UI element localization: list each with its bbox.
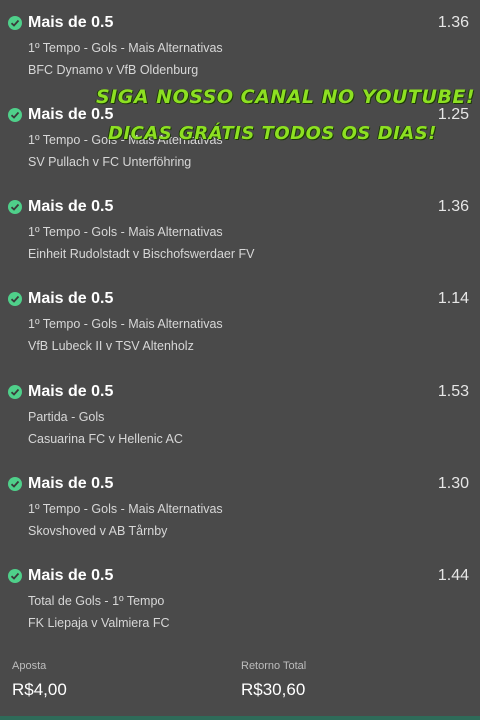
market-name: 1º Tempo - Gols - Mais Alternativas <box>28 41 223 55</box>
check-circle-icon <box>8 477 22 491</box>
match-name: Skovshoved v AB Tårnby <box>28 524 168 538</box>
promo-overlay-line2: DICAS GRÁTIS TODOS OS DIAS! <box>108 123 437 144</box>
market-name: 1º Tempo - Gols - Mais Alternativas <box>28 502 223 516</box>
match-name: VfB Lubeck II v TSV Altenholz <box>28 339 194 353</box>
match-name: Casuarina FC v Hellenic AC <box>28 432 183 446</box>
match-name: Einheit Rudolstadt v Bischofswerdaer FV <box>28 247 255 261</box>
check-circle-icon <box>8 569 22 583</box>
bet-selection[interactable]: Mais de 0.5 1.53 Partida - Gols Casuarin… <box>0 377 480 469</box>
selection-title: Mais de 0.5 <box>28 475 114 492</box>
promo-overlay-line1: SIGA NOSSO CANAL NO YOUTUBE! <box>96 86 475 108</box>
selection-odds: 1.53 <box>437 383 469 400</box>
selection-title: Mais de 0.5 <box>28 106 114 123</box>
check-circle-icon <box>8 385 22 399</box>
market-name: 1º Tempo - Gols - Mais Alternativas <box>28 317 223 331</box>
selection-odds: 1.44 <box>437 567 469 584</box>
bet-selection[interactable]: Mais de 0.5 1.30 1º Tempo - Gols - Mais … <box>0 469 480 561</box>
selection-title: Mais de 0.5 <box>28 290 114 307</box>
bet-selection[interactable]: Mais de 0.5 1.14 1º Tempo - Gols - Mais … <box>0 284 480 376</box>
market-name: 1º Tempo - Gols - Mais Alternativas <box>28 225 223 239</box>
stake-label: Aposta <box>12 660 47 672</box>
selection-odds: 1.14 <box>437 290 469 307</box>
market-name: Total de Gols - 1º Tempo <box>28 594 165 608</box>
check-circle-icon <box>8 108 22 122</box>
bet-selection[interactable]: Mais de 0.5 1.44 Total de Gols - 1º Temp… <box>0 561 480 653</box>
match-name: BFC Dynamo v VfB Oldenburg <box>28 63 199 77</box>
check-circle-icon <box>8 292 22 306</box>
bet-selection[interactable]: Mais de 0.5 1.36 1º Tempo - Gols - Mais … <box>0 192 480 284</box>
selection-odds: 1.36 <box>437 198 469 215</box>
selection-title: Mais de 0.5 <box>28 198 114 215</box>
stake-value: R$4,00 <box>12 680 67 699</box>
match-name: FK Liepaja v Valmiera FC <box>28 616 170 630</box>
selection-title: Mais de 0.5 <box>28 14 114 31</box>
check-circle-icon <box>8 16 22 30</box>
selection-odds: 1.30 <box>437 475 469 492</box>
return-value: R$30,60 <box>241 680 306 699</box>
bet-selection[interactable]: Mais de 0.5 1.25 1º Tempo - Gols - Mais … <box>0 100 480 192</box>
bet-summary: Aposta R$4,00 Retorno Total R$30,60 <box>0 648 480 720</box>
check-circle-icon <box>8 200 22 214</box>
selection-title: Mais de 0.5 <box>28 567 114 584</box>
match-name: SV Pullach v FC Unterföhring <box>28 155 192 169</box>
market-name: Partida - Gols <box>28 410 105 424</box>
return-label: Retorno Total <box>241 660 307 672</box>
selection-title: Mais de 0.5 <box>28 383 114 400</box>
selection-odds: 1.36 <box>437 14 469 31</box>
selection-odds: 1.25 <box>437 106 469 123</box>
bottom-accent-bar <box>0 716 480 720</box>
